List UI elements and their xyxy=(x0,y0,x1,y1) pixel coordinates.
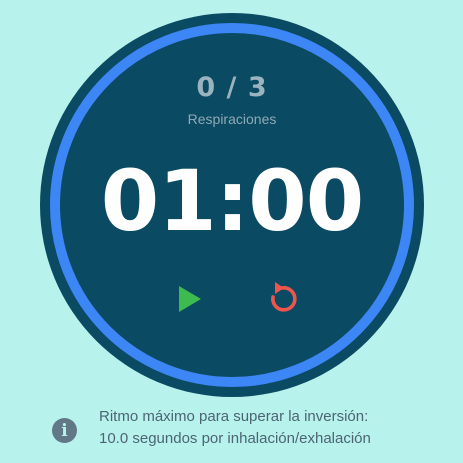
reset-icon xyxy=(271,282,297,312)
reset-button[interactable] xyxy=(262,279,302,319)
info-icon: i xyxy=(52,418,77,443)
info-line-1: Ritmo máximo para superar la inversión: xyxy=(99,408,369,425)
timer-dial: 0 / 3 Respiraciones 01:00 xyxy=(40,13,424,397)
breathing-timer-screen: 0 / 3 Respiraciones 01:00 i Ritmo máximo… xyxy=(0,0,463,463)
timer-display: 01:00 xyxy=(100,152,364,250)
info-text: Ritmo máximo para superar la inversión: … xyxy=(99,406,459,450)
play-button[interactable] xyxy=(170,279,210,319)
breath-count-label: Respiraciones xyxy=(187,111,277,127)
dial-content: 0 / 3 Respiraciones 01:00 xyxy=(40,13,424,397)
info-line-2: 10.0 segundos por inhalación/exhalación xyxy=(99,430,371,447)
play-icon xyxy=(179,286,201,312)
breath-count: 0 / 3 xyxy=(196,72,268,103)
info-row: i Ritmo máximo para superar la inversión… xyxy=(52,406,452,456)
